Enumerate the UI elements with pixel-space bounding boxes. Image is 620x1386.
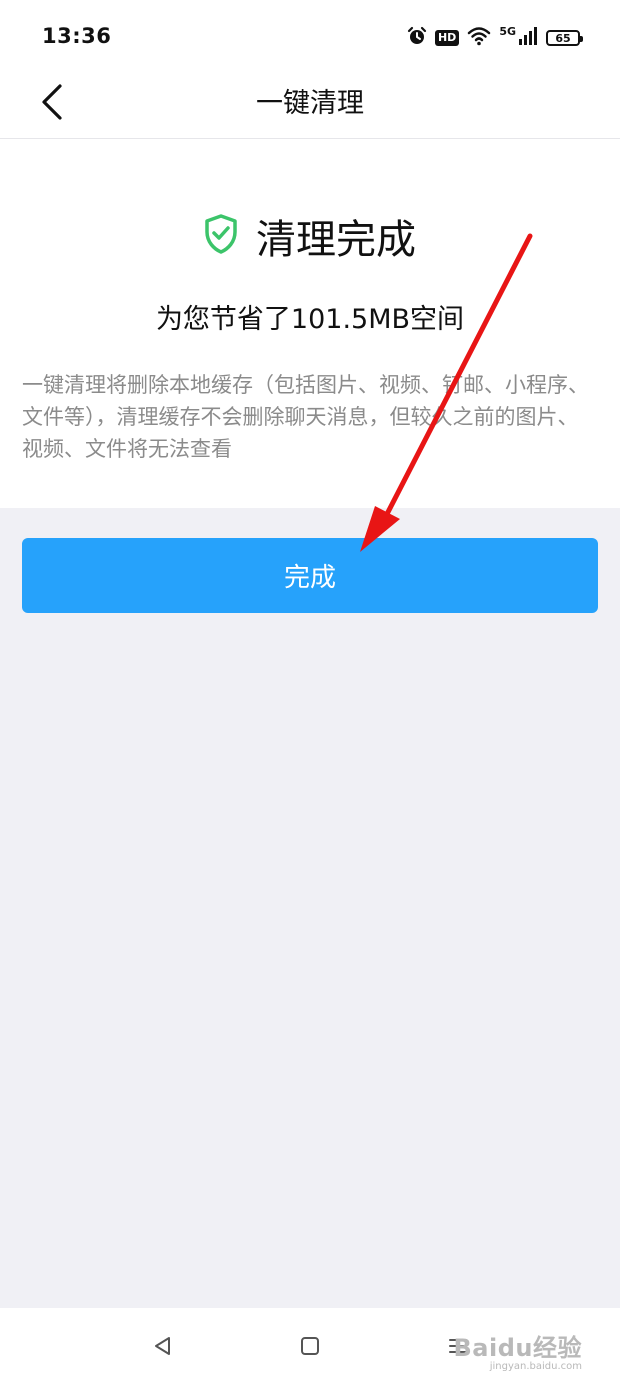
shield-check-icon (204, 214, 238, 258)
result-card: 清理完成 为您节省了101.5MB空间 一键清理将删除本地缓存（包括图片、视频、… (0, 139, 620, 508)
triangle-back-icon (151, 1335, 173, 1361)
page-title: 一键清理 (256, 88, 364, 119)
wifi-icon (467, 26, 491, 50)
nav-home-button[interactable] (294, 1332, 326, 1364)
battery-icon: 65 (546, 30, 583, 46)
result-title: 清理完成 (256, 217, 416, 263)
cleanup-description: 一键清理将删除本地缓存（包括图片、视频、钉邮、小程序、文件等），清理缓存不会删除… (22, 373, 589, 461)
signal-icon (518, 26, 538, 50)
title-bar: 一键清理 (0, 70, 620, 139)
watermark-main: Baidu经验 (453, 1334, 582, 1362)
alarm-icon (407, 26, 427, 50)
square-home-icon (299, 1335, 321, 1361)
done-button[interactable]: 完成 (22, 538, 598, 613)
hd-badge: HD (434, 30, 460, 46)
network-type: 5G (499, 24, 516, 38)
nav-back-button[interactable] (146, 1332, 178, 1364)
watermark: Baidu经验 jingyan.baidu.com (454, 1328, 582, 1372)
status-time: 13:36 (42, 24, 112, 48)
system-nav-bar: Baidu经验 jingyan.baidu.com (0, 1308, 620, 1386)
saved-space-text: 为您节省了101.5MB空间 (155, 304, 465, 335)
result-header: 清理完成 (0, 207, 620, 265)
status-bar: 13:36 HD 5G 65 (0, 0, 620, 70)
status-icons: HD 5G 65 (407, 24, 583, 52)
